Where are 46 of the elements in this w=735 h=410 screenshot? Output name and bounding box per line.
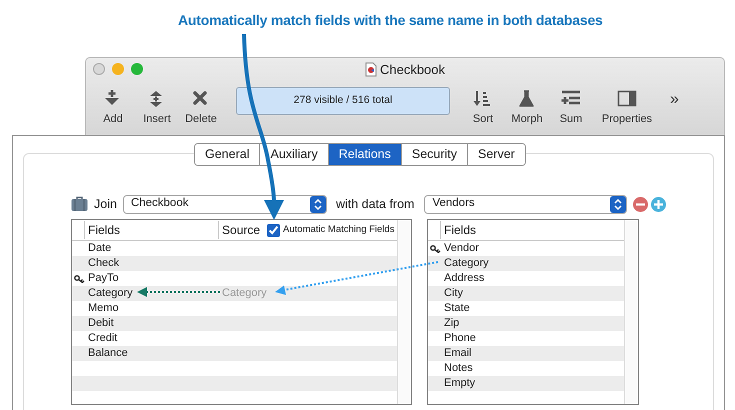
toolbar-button[interactable]: Insert (138, 88, 176, 128)
toolbar-button[interactable]: Sum (552, 88, 590, 128)
field-name[interactable]: Date (88, 241, 222, 256)
field-name[interactable]: Category (88, 286, 222, 301)
toolbar-button[interactable]: Delete (182, 88, 220, 128)
field-name[interactable]: Memo (88, 301, 222, 316)
more-button[interactable]: » (670, 88, 679, 112)
toolbar-button[interactable]: Sort (464, 88, 502, 128)
close-button[interactable] (93, 63, 105, 75)
tab[interactable]: Relations (328, 144, 402, 165)
briefcase-icon (71, 196, 88, 212)
column-header: Fields (440, 221, 480, 239)
window-title: Checkbook (380, 60, 446, 79)
minimize-button[interactable] (112, 63, 124, 75)
toolbar-button[interactable]: Add (94, 88, 132, 128)
add-button[interactable] (651, 196, 666, 212)
field-name[interactable]: Phone (444, 331, 578, 346)
database-dropdown[interactable]: Checkbook (122, 194, 327, 214)
sort-icon (473, 88, 493, 108)
toolbar-button[interactable]: Morph (508, 88, 546, 128)
tab[interactable]: General (195, 144, 260, 165)
zoom-button[interactable] (131, 63, 143, 75)
field-name[interactable]: Vendor (444, 241, 578, 256)
join-label: Join (94, 196, 117, 213)
stepper-icon (310, 196, 326, 212)
field-name[interactable]: PayTo (88, 271, 222, 286)
plus-icon (654, 200, 664, 208)
toolbar-button[interactable]: Properties (596, 88, 658, 128)
remove-button[interactable] (633, 196, 648, 212)
checkbox[interactable] (267, 224, 280, 236)
column-header: Fields (84, 221, 124, 239)
source-field: Category (222, 286, 267, 301)
database-dropdown[interactable]: Vendors (424, 194, 628, 214)
with-data-label: with data from (336, 196, 414, 213)
field-name[interactable]: Credit (88, 331, 222, 346)
document-icon (364, 62, 377, 77)
stepper-icon (610, 196, 626, 212)
field-name[interactable]: Notes (444, 361, 578, 376)
minus-icon (636, 202, 646, 206)
field-name[interactable]: Address (444, 271, 578, 286)
checkbox-label: Automatic Matching Fields (283, 222, 394, 237)
sidebar-panel-icon (617, 88, 637, 108)
callout-text: Automatically match fields with the same name in both databases (178, 12, 603, 28)
field-name[interactable]: State (444, 301, 578, 316)
column-header: Source (218, 221, 264, 239)
record-count-field: 278 visible / 516 total (236, 87, 450, 115)
